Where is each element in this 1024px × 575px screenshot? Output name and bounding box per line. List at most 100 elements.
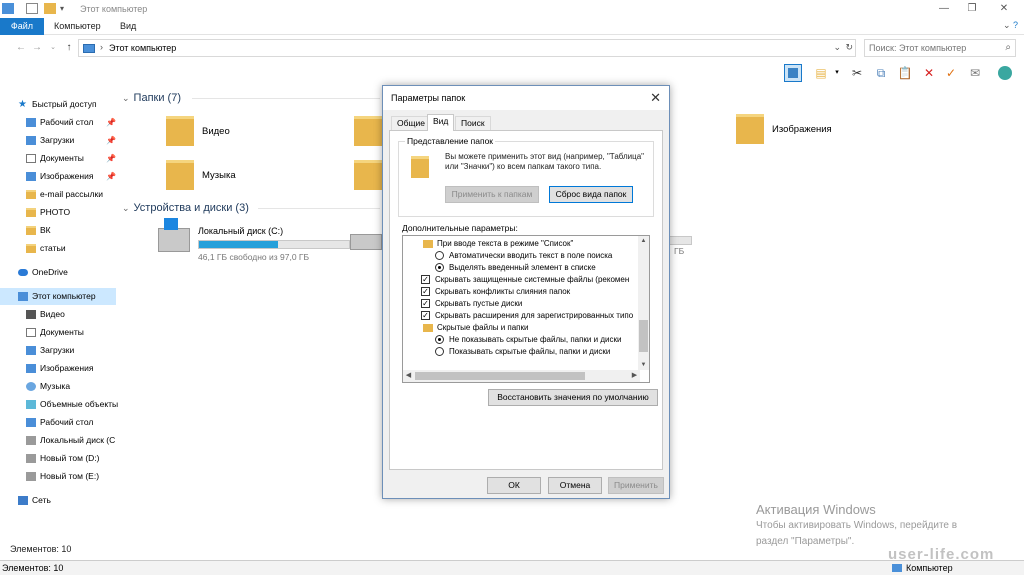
- computer-icon: [18, 292, 28, 301]
- address-bar[interactable]: › Этот компьютер ⌄ ↻: [78, 39, 856, 57]
- check-icon[interactable]: ✓: [942, 64, 960, 82]
- pin-icon[interactable]: 📌: [106, 132, 116, 149]
- properties-icon[interactable]: [26, 3, 38, 14]
- nav-item-drive-d[interactable]: Новый том (D:): [0, 450, 122, 467]
- star-icon: ★: [18, 99, 27, 110]
- copy-icon[interactable]: ⧉: [872, 64, 890, 82]
- recent-locations-icon[interactable]: ⌄: [46, 40, 60, 56]
- nav-item-vk[interactable]: ВК: [0, 222, 122, 239]
- checkbox-checked[interactable]: ✓: [421, 311, 430, 320]
- cut-icon[interactable]: ✂: [848, 64, 866, 82]
- apply-to-folders-button[interactable]: Применить к папкам: [445, 186, 539, 203]
- folder-item-partial-2[interactable]: [354, 160, 382, 200]
- checkbox-checked[interactable]: ✓: [421, 287, 430, 296]
- globe-icon[interactable]: [996, 64, 1014, 82]
- tree-vertical-scrollbar[interactable]: ▲ ▼: [638, 236, 649, 370]
- checkbox-checked[interactable]: ✓: [421, 275, 430, 284]
- nav-item-pictures[interactable]: Изображения 📌: [0, 168, 122, 185]
- pin-icon[interactable]: 📌: [106, 150, 116, 167]
- activation-notice: Активация Windows Чтобы активировать Win…: [756, 502, 957, 549]
- nav-quick-access[interactable]: ★ Быстрый доступ: [0, 96, 122, 113]
- nav-onedrive[interactable]: OneDrive: [0, 264, 122, 281]
- tab-view-active[interactable]: Вид: [427, 114, 455, 131]
- tab-computer[interactable]: Компьютер: [46, 18, 109, 35]
- cloud-icon: [18, 269, 28, 276]
- expand-ribbon-icon[interactable]: ⌄ ?: [988, 20, 1018, 33]
- nav-item-drive-e[interactable]: Новый том (E:): [0, 468, 122, 485]
- dialog-close-icon[interactable]: ✕: [650, 90, 661, 106]
- nav-item-photo[interactable]: PHOTO: [0, 204, 122, 221]
- tab-search[interactable]: Поиск: [455, 116, 491, 130]
- scroll-thumb[interactable]: [639, 320, 648, 352]
- advanced-settings-tree[interactable]: При вводе текста в режиме "Список" Автом…: [402, 235, 650, 383]
- address-dropdown-icon[interactable]: ⌄: [833, 42, 841, 53]
- back-icon[interactable]: ←: [14, 40, 28, 56]
- mail-icon[interactable]: ✉: [966, 64, 984, 82]
- nav-label: Изображения: [40, 363, 94, 373]
- folders-group-header[interactable]: ⌄ Папки (7): [122, 92, 181, 108]
- nav-item-articles[interactable]: статьи: [0, 240, 122, 257]
- new-folder-icon[interactable]: [44, 3, 56, 14]
- nav-item-documents[interactable]: Документы 📌: [0, 150, 122, 167]
- cancel-button[interactable]: Отмена: [548, 477, 602, 494]
- nav-item-drive-c[interactable]: Локальный диск (C: [0, 432, 122, 449]
- close-button[interactable]: ✕: [988, 0, 1020, 18]
- search-box[interactable]: ⌕: [864, 39, 1016, 57]
- radio-button-selected[interactable]: [435, 263, 444, 272]
- desktop-icon: [26, 418, 36, 427]
- breadcrumb[interactable]: Этот компьютер: [109, 43, 176, 53]
- reset-folders-button[interactable]: Сброс вида папок: [549, 186, 633, 203]
- folder-icon: [411, 156, 429, 178]
- nav-item-pc-downloads[interactable]: Загрузки: [0, 342, 122, 359]
- nav-network[interactable]: Сеть: [0, 492, 122, 509]
- scroll-thumb[interactable]: [415, 372, 585, 380]
- forward-icon[interactable]: →: [30, 40, 44, 56]
- refresh-icon[interactable]: ↻: [845, 42, 853, 53]
- nav-item-music[interactable]: Музыка: [0, 378, 122, 395]
- tab-view[interactable]: Вид: [112, 18, 144, 35]
- search-input[interactable]: [869, 42, 997, 54]
- ok-button[interactable]: ОК: [487, 477, 541, 494]
- restore-defaults-button[interactable]: Восстановить значения по умолчанию: [488, 389, 658, 406]
- paste-icon[interactable]: 📋: [896, 64, 914, 82]
- customize-toolbar-icon[interactable]: ▾: [60, 3, 66, 14]
- radio-button[interactable]: [435, 347, 444, 356]
- pin-icon[interactable]: 📌: [106, 168, 116, 185]
- pin-icon[interactable]: 📌: [106, 114, 116, 131]
- views-dropdown-icon[interactable]: ▾: [828, 64, 846, 82]
- apply-button[interactable]: Применить: [608, 477, 664, 494]
- nav-item-3d-objects[interactable]: Объемные объекты: [0, 396, 122, 413]
- up-icon[interactable]: ↑: [62, 40, 76, 56]
- drive-free-space: ГБ: [674, 246, 685, 256]
- folder-icon: [354, 160, 382, 190]
- drive-item-c[interactable]: Локальный диск (C:) 46,1 ГБ свободно из …: [158, 218, 358, 264]
- maximize-button[interactable]: ❐: [956, 0, 988, 18]
- layout-icon[interactable]: [784, 64, 802, 82]
- scroll-right-icon[interactable]: ▶: [629, 370, 640, 382]
- radio-button[interactable]: [435, 251, 444, 260]
- tab-general[interactable]: Общие: [391, 116, 431, 130]
- item-label: Видео: [202, 126, 230, 137]
- nav-item-desktop[interactable]: Рабочий стол 📌: [0, 114, 122, 131]
- scroll-left-icon[interactable]: ◀: [403, 370, 414, 382]
- drives-group-header[interactable]: ⌄ Устройства и диски (3): [122, 202, 249, 218]
- drive-item-d[interactable]: [350, 230, 382, 270]
- tab-file[interactable]: Файл: [0, 18, 44, 35]
- delete-icon[interactable]: ✕: [920, 64, 938, 82]
- nav-item-pc-documents[interactable]: Документы: [0, 324, 122, 341]
- nav-item-pc-pictures[interactable]: Изображения: [0, 360, 122, 377]
- scroll-down-icon[interactable]: ▼: [638, 360, 649, 370]
- nav-this-pc[interactable]: Этот компьютер: [0, 288, 116, 305]
- drive-name: Локальный диск (C:): [198, 226, 284, 236]
- nav-item-video[interactable]: Видео: [0, 306, 122, 323]
- network-icon: [18, 496, 28, 505]
- folder-icon: [26, 190, 36, 199]
- checkbox-checked[interactable]: ✓: [421, 299, 430, 308]
- nav-item-downloads[interactable]: Загрузки 📌: [0, 132, 122, 149]
- folder-item-partial-1[interactable]: [354, 116, 382, 156]
- scroll-up-icon[interactable]: ▲: [638, 236, 649, 246]
- nav-item-email[interactable]: e-mail рассылки: [0, 186, 122, 203]
- tree-horizontal-scrollbar[interactable]: ◀ ▶: [403, 370, 640, 382]
- radio-button-selected[interactable]: [435, 335, 444, 344]
- nav-item-pc-desktop[interactable]: Рабочий стол: [0, 414, 122, 431]
